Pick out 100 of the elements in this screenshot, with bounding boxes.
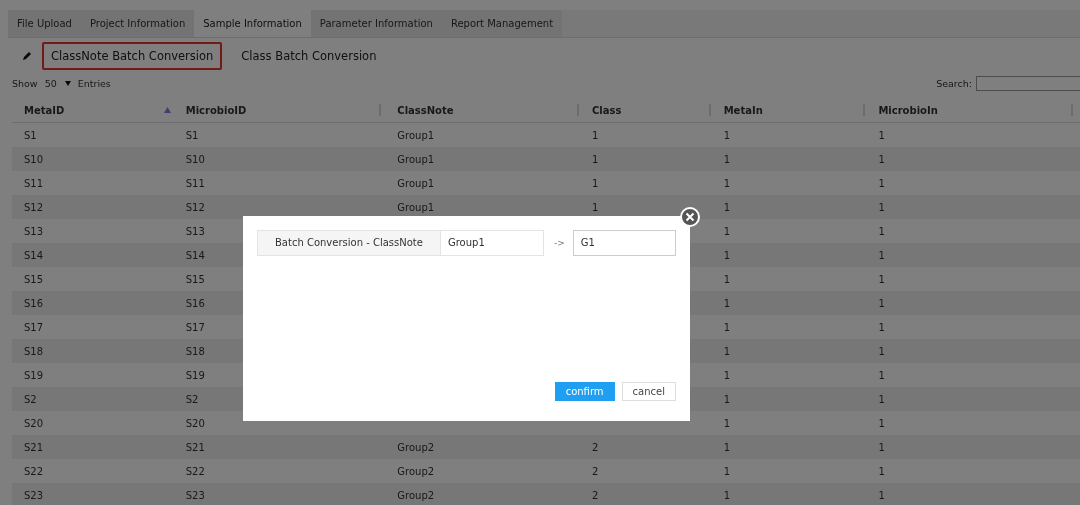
dialog-button[interactable]: cancel xyxy=(621,382,676,401)
column-header[interactable]: Class xyxy=(585,98,718,122)
table-cell: S18 xyxy=(185,345,205,357)
table-cell: S11 xyxy=(24,177,44,189)
table-cell: S2 xyxy=(185,393,199,405)
table-cell: S11 xyxy=(185,177,205,189)
conversion-button[interactable]: ClassNote Batch Conversion xyxy=(42,42,223,70)
table-cell: S19 xyxy=(185,369,205,381)
tab[interactable]: Project Information xyxy=(80,10,195,37)
source-field[interactable]: Group1 xyxy=(440,230,544,256)
table-cell: S22 xyxy=(185,465,205,477)
table-cell: S2 xyxy=(24,393,37,405)
table-cell: S12 xyxy=(24,201,44,213)
table-cell: 1 xyxy=(723,225,731,237)
table-cell: S20 xyxy=(185,417,205,429)
table-cell: S10 xyxy=(185,153,205,165)
table-cell: Group1 xyxy=(397,177,435,189)
pencil-icon xyxy=(22,51,32,61)
dialog-button[interactable]: confirm xyxy=(554,382,615,401)
column-header[interactable]: MicrobioIn xyxy=(872,98,1080,122)
table-cell: S13 xyxy=(185,225,205,237)
table-cell: 1 xyxy=(878,225,885,237)
table-cell: 1 xyxy=(591,153,599,165)
table-cell: 2 xyxy=(591,441,599,453)
table-cell: Group2 xyxy=(397,465,435,477)
column-header[interactable]: MetaIn xyxy=(717,98,873,122)
table-cell: S12 xyxy=(185,201,205,213)
table-cell: 1 xyxy=(723,153,731,165)
table-cell: 1 xyxy=(878,273,885,285)
table-cell: 1 xyxy=(723,249,731,261)
search-label: Search: xyxy=(936,77,972,89)
table-cell: S1 xyxy=(24,129,37,141)
table-cell: 1 xyxy=(878,129,885,141)
table-cell: 1 xyxy=(878,201,885,213)
table-cell: Group1 xyxy=(397,129,435,141)
table-cell: 2 xyxy=(591,489,599,501)
table-cell: Group2 xyxy=(397,489,435,501)
table-cell: 1 xyxy=(878,345,885,357)
table-cell: 1 xyxy=(723,369,731,381)
table-cell: 1 xyxy=(723,441,731,453)
table-cell: 1 xyxy=(878,177,885,189)
table-cell: 1 xyxy=(878,417,885,429)
search-field[interactable] xyxy=(976,75,1080,91)
close-icon[interactable] xyxy=(680,207,700,227)
field-label: Batch Conversion - ClassNote xyxy=(257,230,441,256)
table-cell: S15 xyxy=(24,273,44,285)
target-field[interactable]: G1 xyxy=(572,230,676,256)
table-cell: S10 xyxy=(24,153,44,165)
table-cell: 1 xyxy=(723,465,731,477)
table-cell: 1 xyxy=(723,273,731,285)
table-cell: S21 xyxy=(24,441,44,453)
column-header[interactable]: MetaID xyxy=(12,98,177,122)
table-cell: 1 xyxy=(878,321,885,333)
tab[interactable]: File Upload xyxy=(8,10,81,37)
table-cell: S18 xyxy=(24,345,44,357)
table-cell: 1 xyxy=(591,177,599,189)
table-cell: S19 xyxy=(24,369,44,381)
table-cell: 1 xyxy=(723,489,731,501)
table-cell: 1 xyxy=(878,153,885,165)
conversion-button[interactable]: Class Batch Conversion xyxy=(232,42,386,70)
column-header[interactable]: MicrobioID xyxy=(176,98,389,122)
sort-ascending-icon xyxy=(163,107,171,113)
table-cell: 1 xyxy=(878,465,885,477)
table-cell: S22 xyxy=(24,465,44,477)
table-cell: 1 xyxy=(723,345,731,357)
table-cell: S20 xyxy=(24,417,44,429)
table-cell: S21 xyxy=(185,441,205,453)
table-cell: S23 xyxy=(24,489,44,501)
table-cell: Group1 xyxy=(397,201,435,213)
table-cell: S17 xyxy=(185,321,205,333)
table-cell: S23 xyxy=(185,489,205,501)
table-cell: 1 xyxy=(723,321,731,333)
table-cell: S16 xyxy=(24,297,44,309)
table-cell: 1 xyxy=(878,249,885,261)
table-cell: 1 xyxy=(878,369,885,381)
table-cell: 1 xyxy=(723,129,731,141)
table-cell: Group1 xyxy=(397,153,435,165)
table-cell: 1 xyxy=(723,201,731,213)
table-cell: 1 xyxy=(878,393,885,405)
table-cell: S14 xyxy=(24,249,44,261)
table-cell: 1 xyxy=(591,129,599,141)
column-header[interactable]: ClassNote xyxy=(388,98,586,122)
table-cell: S14 xyxy=(185,249,205,261)
tab[interactable]: Report Management xyxy=(441,10,563,37)
table-cell: S13 xyxy=(24,225,44,237)
table-cell: S1 xyxy=(185,129,199,141)
tab[interactable]: Parameter Information xyxy=(310,10,442,37)
table-cell: 1 xyxy=(723,393,731,405)
tab[interactable]: Sample Information xyxy=(194,10,311,37)
table-cell: S17 xyxy=(24,321,44,333)
table-cell: Group2 xyxy=(397,441,435,453)
table-cell: 2 xyxy=(591,465,599,477)
table-cell: 1 xyxy=(878,441,885,453)
entries-select[interactable]: 50 xyxy=(41,77,74,89)
show-label: Show xyxy=(12,77,38,89)
table-cell: 1 xyxy=(723,177,731,189)
table-cell: 1 xyxy=(723,297,731,309)
table-cell: 1 xyxy=(878,489,885,501)
table-cell: 1 xyxy=(591,201,599,213)
table-cell: 1 xyxy=(723,417,731,429)
